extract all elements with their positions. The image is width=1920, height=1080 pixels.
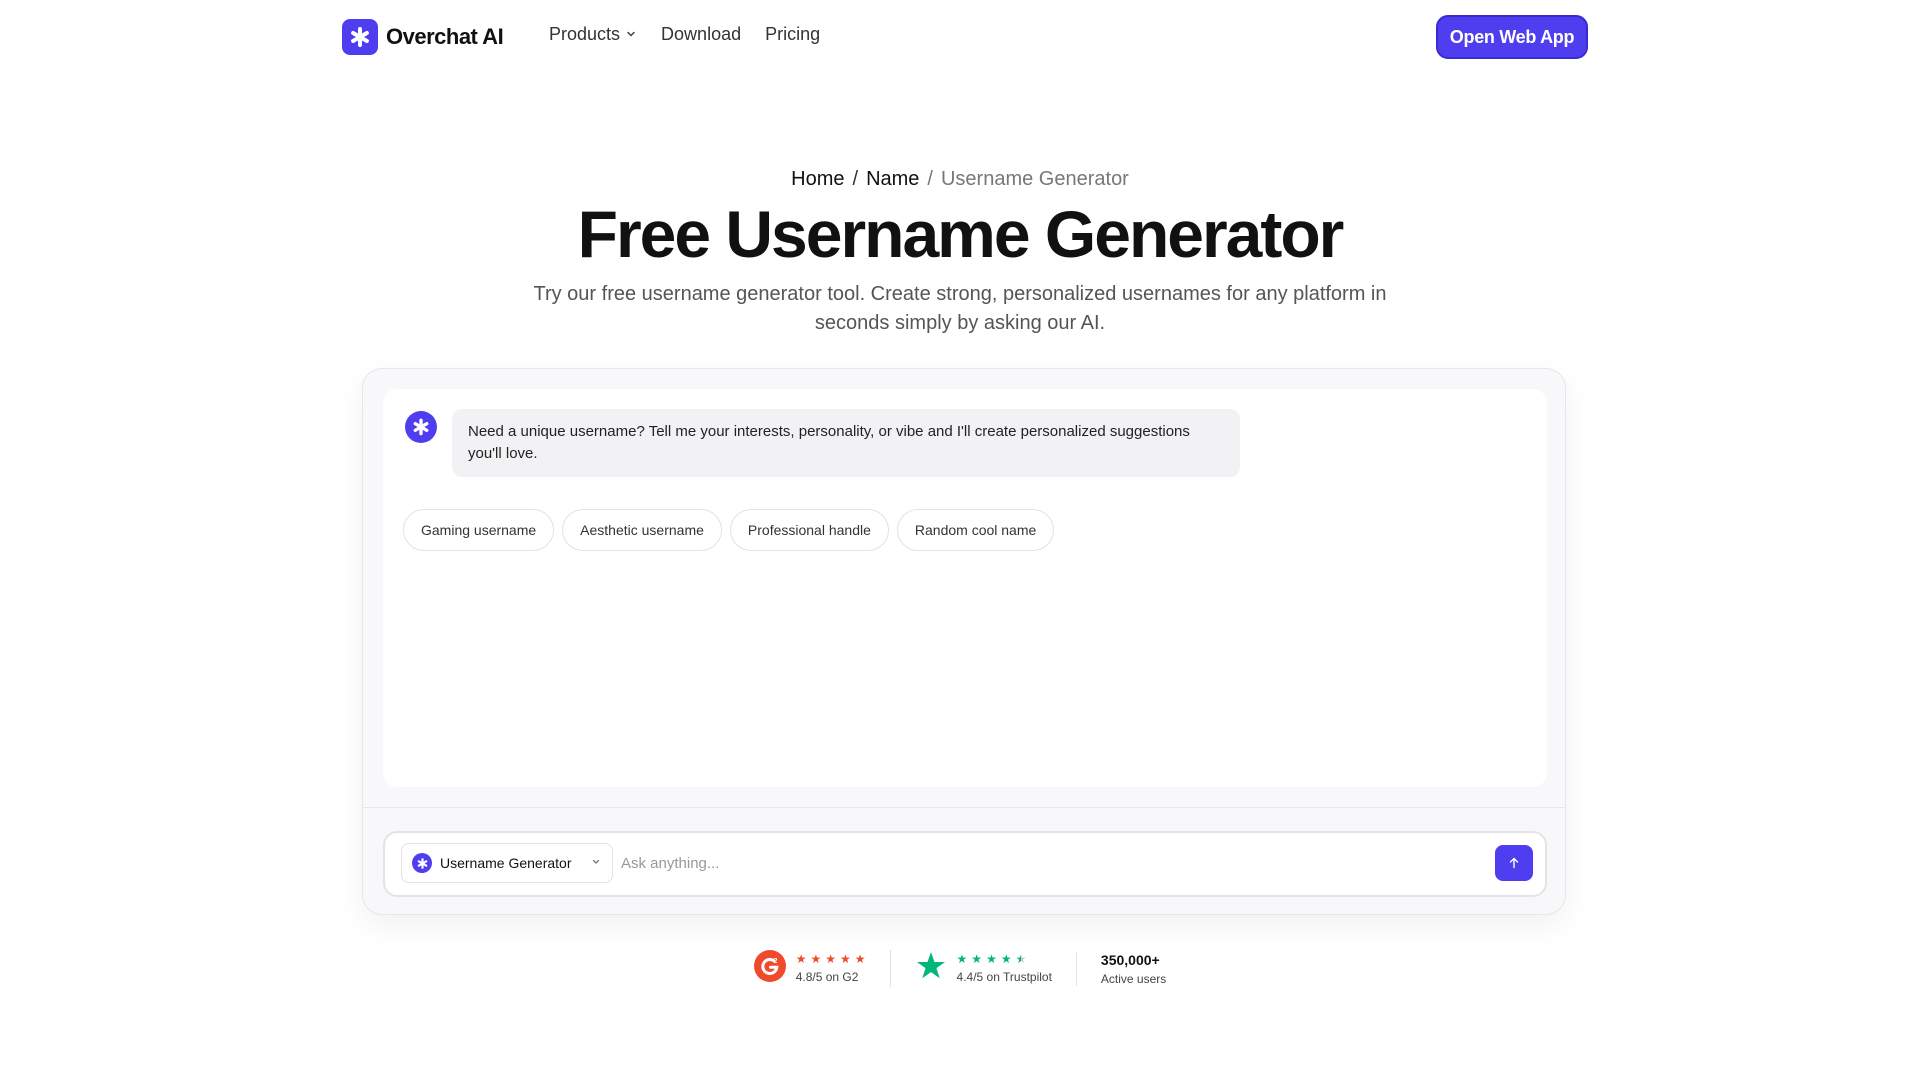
divider xyxy=(363,807,1565,808)
star-icon: ★ xyxy=(854,952,866,966)
active-users-count: 350,000+ xyxy=(1100,951,1160,968)
breadcrumb-current: Username Generator xyxy=(940,168,1129,190)
star-icon: ★ xyxy=(1000,952,1012,966)
half-star-icon: ★ xyxy=(1015,952,1027,966)
ratings-bar: 2 ★ ★ ★ ★ ★ 4.8/5 on G2 ★ ★ ★ ★ ★ 4.4/5 on Trust… xyxy=(0,950,1920,987)
brand-name: Overchat AI xyxy=(386,24,504,49)
send-button[interactable] xyxy=(1495,845,1533,881)
trustpilot-star-icon xyxy=(915,950,947,987)
assistant-message: Need a unique username? Tell me your int… xyxy=(452,409,1240,477)
star-icon: ★ xyxy=(825,952,836,966)
star-icon: ★ xyxy=(986,952,997,966)
top-navigation: Overchat AI Products Download Pricing Op… xyxy=(0,0,1920,74)
page-subtitle: Try our free username generator tool. Cr… xyxy=(533,283,1387,334)
brand-logo[interactable]: Overchat AI xyxy=(342,19,504,55)
suggestion-chip-aesthetic[interactable]: Aesthetic username xyxy=(562,509,722,551)
g2-stars: ★ ★ ★ ★ ★ xyxy=(796,953,866,965)
star-icon: ★ xyxy=(956,952,968,966)
tool-select[interactable]: Username Generator xyxy=(401,843,613,883)
nav-products[interactable]: Products xyxy=(549,24,637,45)
asterisk-icon xyxy=(412,853,432,873)
g2-rating: 2 ★ ★ ★ ★ ★ 4.8/5 on G2 xyxy=(730,950,890,987)
suggestion-chip-professional[interactable]: Professional handle xyxy=(729,509,889,551)
chat-input-bar: Username Generator xyxy=(383,831,1547,897)
suggestion-chip-random[interactable]: Random cool name xyxy=(896,509,1055,551)
page-title: Free Username Generator xyxy=(577,197,1345,271)
open-web-app-button[interactable]: Open Web App xyxy=(1436,15,1588,59)
arrow-up-icon xyxy=(1509,857,1519,869)
chevron-down-icon xyxy=(625,24,637,45)
g2-logo-icon: 2 xyxy=(753,950,786,987)
active-users-label: Active users xyxy=(1100,971,1167,986)
trustpilot-rating-label: 4.4/5 on Trustpilot xyxy=(956,970,1052,984)
active-users: 350,000+ Active users xyxy=(1075,951,1190,986)
star-icon: ★ xyxy=(840,952,851,966)
chat-input[interactable] xyxy=(621,843,1471,883)
trustpilot-rating: ★ ★ ★ ★ ★ 4.4/5 on Trustpilot xyxy=(889,950,1076,987)
main-nav: Products Download Pricing xyxy=(549,24,820,45)
suggestion-chips: Gaming username Aesthetic username Profe… xyxy=(403,509,1055,551)
tool-select-label: Username Generator xyxy=(440,855,572,871)
chat-card: Need a unique username? Tell me your int… xyxy=(362,368,1566,915)
suggestion-chip-gaming[interactable]: Gaming username xyxy=(403,509,555,551)
svg-text:2: 2 xyxy=(773,958,777,965)
star-icon: ★ xyxy=(971,952,983,966)
star-icon: ★ xyxy=(795,952,807,966)
chevron-down-icon xyxy=(590,855,602,871)
asterisk-icon xyxy=(413,418,429,436)
nav-download[interactable]: Download xyxy=(661,24,741,45)
trustpilot-stars: ★ ★ ★ ★ ★ xyxy=(957,953,1052,965)
breadcrumb-name[interactable]: Name xyxy=(866,168,919,190)
breadcrumb-home[interactable]: Home xyxy=(791,168,844,190)
g2-rating-label: 4.8/5 on G2 xyxy=(795,970,859,984)
chat-messages: Need a unique username? Tell me your int… xyxy=(383,389,1547,787)
breadcrumb: Home / Name / Username Generator xyxy=(791,168,1129,190)
nav-products-label: Products xyxy=(549,24,621,44)
star-icon: ★ xyxy=(810,952,822,966)
assistant-avatar xyxy=(405,411,437,443)
nav-pricing[interactable]: Pricing xyxy=(765,24,820,45)
asterisk-logo-icon xyxy=(342,19,378,55)
